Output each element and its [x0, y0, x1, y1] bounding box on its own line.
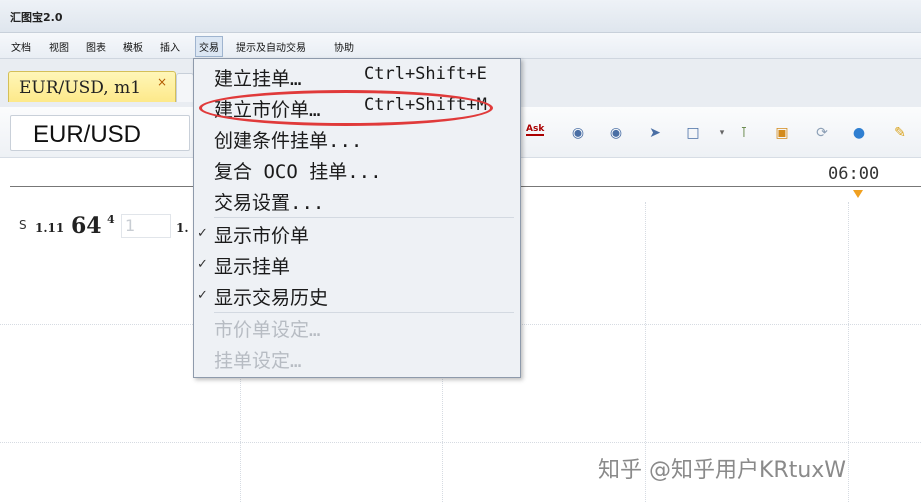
menu-alerts-auto-trading[interactable]: 提示及自动交易	[233, 38, 309, 55]
menu-template[interactable]: 模板	[120, 38, 146, 55]
cursor-icon[interactable]: ➤	[645, 123, 665, 143]
template-icon[interactable]: ▣	[772, 123, 792, 143]
lot-size-input[interactable]: 1	[121, 214, 171, 238]
menu-item-create-pending-order[interactable]: 建立挂单… Ctrl+Shift+E	[194, 61, 520, 92]
sell-side-label[interactable]: S	[19, 218, 27, 232]
menu-insert[interactable]: 插入	[157, 38, 183, 55]
app-title: 汇图宝2.0	[10, 11, 63, 24]
menu-item-market-order-settings: 市价单设定…	[214, 319, 321, 341]
check-icon: ✓	[197, 257, 208, 272]
bid-price-big[interactable]: 64	[71, 213, 102, 239]
check-icon: ✓	[197, 226, 208, 241]
indicator-icon[interactable]: □	[683, 123, 703, 143]
zoom-out-icon[interactable]: ◉	[606, 123, 626, 143]
title-bar: 汇图宝2.0	[0, 0, 921, 33]
bid-price-prefix: 1.11	[35, 221, 65, 235]
pencil-icon[interactable]: ✎	[890, 123, 910, 143]
grid-line	[848, 202, 849, 502]
watermark: 知乎 @知乎用户KRtuxW	[598, 458, 847, 483]
check-icon: ✓	[197, 288, 208, 303]
menu-item-show-pending-orders[interactable]: ✓ 显示挂单	[194, 249, 520, 280]
tab-close-icon[interactable]: ×	[157, 75, 167, 89]
menu-item-show-trade-history[interactable]: ✓ 显示交易历史	[194, 280, 520, 311]
bid-price-pip: 4	[107, 213, 115, 226]
menu-view[interactable]: 视图	[46, 38, 72, 55]
ask-price-prefix: 1.	[176, 221, 189, 235]
grid-line	[0, 442, 921, 443]
time-marker-icon	[853, 190, 863, 198]
menu-item-trade-settings[interactable]: 交易设置...	[194, 185, 520, 216]
menu-help[interactable]: 协助	[331, 38, 357, 55]
menu-file[interactable]: 文档	[8, 38, 34, 55]
menu-bar: 文档 视图 图表 模板 插入 交易 提示及自动交易 协助	[0, 33, 921, 59]
ask-price-button[interactable]: Ask	[526, 124, 545, 136]
menu-trade[interactable]: 交易	[195, 36, 223, 57]
globe-icon[interactable]: ●	[849, 123, 869, 143]
symbol-selector[interactable]: EUR/USD	[10, 115, 190, 151]
tab-eurusd-m1[interactable]: EUR/USD, m1 ×	[8, 71, 176, 102]
menu-item-oco-order[interactable]: 复合 OCO 挂单...	[194, 154, 520, 185]
refresh-icon[interactable]: ⟳	[812, 123, 832, 143]
menu-chart[interactable]: 图表	[83, 38, 109, 55]
shortcut-label: Ctrl+Shift+E	[364, 64, 487, 84]
menu-item-create-conditional-order[interactable]: 创建条件挂单...	[194, 123, 520, 154]
next-tab[interactable]	[176, 73, 194, 102]
menu-item-show-market-orders[interactable]: ✓ 显示市价单	[194, 218, 520, 249]
symbol-label: EUR/USD	[33, 121, 142, 148]
zoom-in-icon[interactable]: ◉	[568, 123, 588, 143]
period-separator-icon[interactable]: ⊺	[734, 123, 754, 143]
highlight-annotation	[199, 90, 493, 126]
one-click-trade-panel: S 1.11 64 4 1 1.	[19, 213, 189, 240]
menu-item-pending-order-settings: 挂单设定…	[214, 350, 302, 372]
tab-label: EUR/USD, m1	[19, 78, 142, 98]
dropdown-arrow-icon[interactable]: ▾	[712, 123, 732, 143]
time-axis-label: 06:00	[828, 164, 880, 184]
